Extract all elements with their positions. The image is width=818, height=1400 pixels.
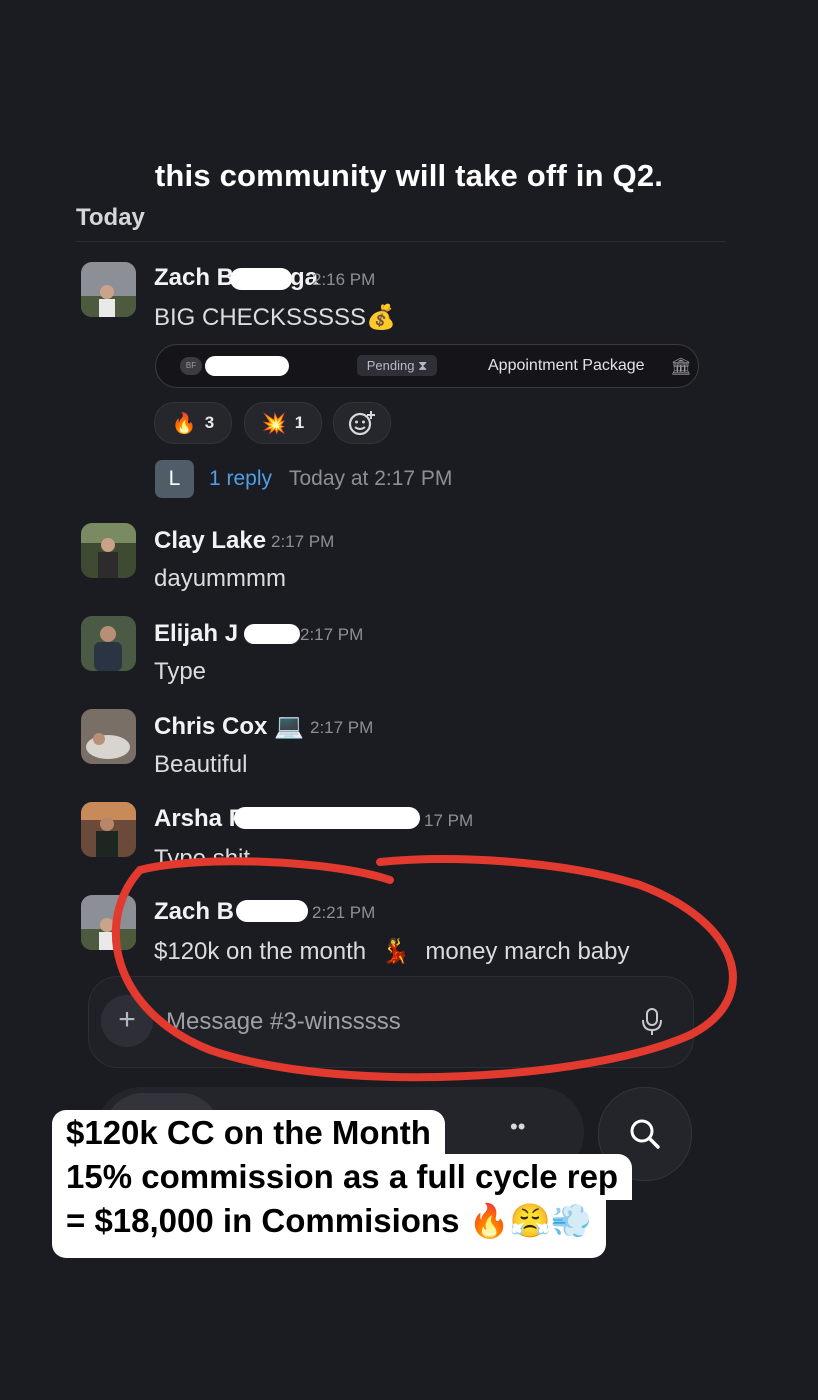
overlay-line-3: = $18,000 in Commisions 🔥😤💨 [52, 1198, 606, 1258]
overlay-line-2: 15% commission as a full cycle rep [52, 1154, 633, 1200]
fire-steam-wind-icons: 🔥😤💨 [468, 1202, 592, 1239]
overlay-line-1: $120k CC on the Month [52, 1110, 445, 1156]
